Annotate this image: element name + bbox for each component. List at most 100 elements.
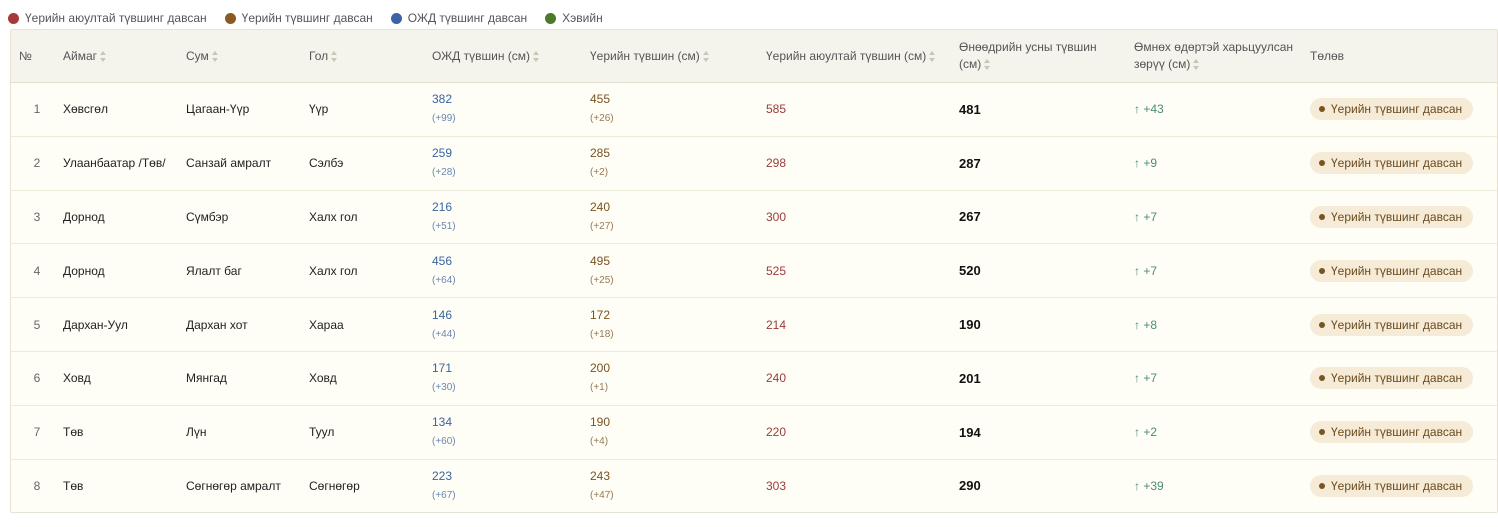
column-header-aimag[interactable]: Аймаг bbox=[63, 30, 186, 83]
table-row: 6 Ховд Мянгад Ховд 171 (+30) 200 (+1) 240 … bbox=[11, 351, 1497, 406]
row-change: ↑ +9 bbox=[1134, 136, 1310, 191]
row-ojd: 382 (+99) bbox=[432, 82, 590, 137]
row-ojd: 223 (+67) bbox=[432, 459, 590, 512]
legend-label: Үерийн аюултай түвшинг давсан bbox=[25, 11, 207, 25]
flood-value: 240 bbox=[590, 199, 611, 214]
flood-diff: (+27) bbox=[590, 220, 614, 232]
legend-label: Хэвийн bbox=[562, 11, 603, 25]
flood-diff: (+1) bbox=[590, 382, 609, 394]
legend-dot-icon bbox=[545, 12, 557, 24]
row-sum: Санзай амралт bbox=[186, 136, 309, 191]
row-flood: 240 (+27) bbox=[590, 190, 766, 245]
column-header-change[interactable]: Өмнөх өдөртэй харьцуулсан зөрүү (см) bbox=[1134, 30, 1310, 83]
column-header-today[interactable]: Өнөөдрийн усны түвшин (см) bbox=[959, 30, 1134, 83]
column-header-flood[interactable]: Үерийн түвшин (см) bbox=[590, 30, 766, 83]
column-header-index: № bbox=[11, 30, 63, 83]
row-today: 520 bbox=[959, 243, 1134, 299]
flood-diff: (+25) bbox=[590, 274, 614, 286]
row-aimag: Дорнод bbox=[63, 243, 186, 299]
row-danger: 240 bbox=[766, 351, 959, 406]
sort-icon[interactable] bbox=[702, 50, 710, 62]
row-change: ↑ +43 bbox=[1134, 82, 1310, 137]
sort-icon[interactable] bbox=[984, 59, 991, 71]
column-header-ojd[interactable]: ОЖД түвшин (см) bbox=[432, 30, 590, 83]
ojd-diff: (+64) bbox=[432, 274, 456, 286]
row-ojd: 146 (+44) bbox=[432, 297, 590, 352]
sort-icon[interactable] bbox=[331, 50, 338, 62]
row-river: Үүр bbox=[309, 82, 432, 137]
flood-value: 455 bbox=[590, 92, 611, 107]
status-dot-icon bbox=[1319, 267, 1325, 274]
status-dot-icon bbox=[1319, 321, 1325, 328]
status-badge: Үерийн түвшинг давсан bbox=[1310, 474, 1474, 497]
status-dot-icon bbox=[1319, 429, 1325, 436]
row-ojd: 134 (+60) bbox=[432, 405, 590, 460]
row-sum: Сүмбэр bbox=[186, 190, 309, 245]
status-dot-icon bbox=[1319, 106, 1325, 113]
legend-item[interactable]: Үерийн түвшинг давсан bbox=[224, 11, 373, 25]
row-aimag: Төв bbox=[63, 459, 186, 512]
sort-icon[interactable] bbox=[211, 50, 219, 62]
ojd-value: 223 bbox=[432, 468, 453, 483]
ojd-value: 456 bbox=[432, 253, 453, 268]
row-status: Үерийн түвшинг давсан bbox=[1310, 136, 1497, 191]
legend-dot-icon bbox=[8, 12, 19, 24]
legend-item[interactable]: Хэвийн bbox=[545, 11, 603, 25]
sort-icon[interactable] bbox=[1193, 59, 1200, 71]
row-today: 267 bbox=[959, 190, 1134, 245]
row-change: ↑ +39 bbox=[1134, 459, 1310, 512]
row-status: Үерийн түвшинг давсан bbox=[1310, 351, 1497, 406]
row-river: Халх гол bbox=[309, 190, 432, 245]
row-status: Үерийн түвшинг давсан bbox=[1310, 243, 1497, 299]
legend-item[interactable]: Үерийн аюултай түвшинг давсан bbox=[8, 11, 207, 25]
table-row: 5 Дархан-Уул Дархан хот Хараа 146 (+44) 1… bbox=[11, 297, 1497, 352]
row-sum: Цагаан-Үүр bbox=[186, 82, 309, 137]
row-status: Үерийн түвшинг давсан bbox=[1310, 459, 1497, 512]
ojd-diff: (+60) bbox=[432, 436, 456, 448]
table-row: 8 Төв Сөгнөгөр амралт Сөгнөгөр 223 (+67) … bbox=[11, 459, 1497, 512]
legend-item[interactable]: ОЖД түвшинг давсан bbox=[390, 11, 527, 25]
row-index: 1 bbox=[11, 82, 63, 137]
flood-diff: (+18) bbox=[590, 328, 614, 340]
column-header-sum[interactable]: Сум bbox=[186, 30, 309, 83]
column-header-river[interactable]: Гол bbox=[309, 30, 432, 83]
sort-icon[interactable] bbox=[533, 50, 540, 62]
row-status: Үерийн түвшинг давсан bbox=[1310, 190, 1497, 245]
status-badge: Үерийн түвшинг давсан bbox=[1310, 313, 1474, 336]
ojd-diff: (+67) bbox=[432, 489, 456, 501]
row-flood: 243 (+47) bbox=[590, 459, 766, 512]
row-sum: Дархан хот bbox=[186, 297, 309, 352]
row-sum: Ялалт баг bbox=[186, 243, 309, 299]
row-change: ↑ +7 bbox=[1134, 243, 1310, 299]
row-ojd: 171 (+30) bbox=[432, 351, 590, 406]
table-row: 7 Төв Лүн Туул 134 (+60) 190 (+4) 220 194 … bbox=[11, 405, 1497, 460]
flood-value: 190 bbox=[590, 415, 611, 430]
row-index: 8 bbox=[11, 459, 63, 512]
row-river: Хараа bbox=[309, 297, 432, 352]
ojd-value: 146 bbox=[432, 307, 453, 322]
column-header-danger[interactable]: Үерийн аюултай түвшин (см) bbox=[766, 30, 959, 83]
row-today: 287 bbox=[959, 136, 1134, 191]
row-ojd: 216 (+51) bbox=[432, 190, 590, 245]
ojd-diff: (+44) bbox=[432, 328, 456, 340]
row-aimag: Дархан-Уул bbox=[63, 297, 186, 352]
row-danger: 525 bbox=[766, 243, 959, 299]
sort-icon[interactable] bbox=[929, 50, 936, 62]
row-today: 194 bbox=[959, 405, 1134, 460]
status-dot-icon bbox=[1319, 213, 1325, 220]
table-row: 2 Улаанбаатар /Төв/ Санзай амралт Сэлбэ … bbox=[11, 136, 1497, 191]
column-header-status: Төлөв bbox=[1310, 30, 1497, 83]
legend-label: Үерийн түвшинг давсан bbox=[241, 11, 373, 25]
status-badge: Үерийн түвшинг давсан bbox=[1310, 205, 1474, 228]
status-badge: Үерийн түвшинг давсан bbox=[1310, 259, 1474, 282]
row-aimag: Дорнод bbox=[63, 190, 186, 245]
row-flood: 200 (+1) bbox=[590, 351, 766, 406]
row-today: 290 bbox=[959, 459, 1134, 512]
row-river: Сэлбэ bbox=[309, 136, 432, 191]
sort-icon[interactable] bbox=[100, 50, 107, 62]
status-dot-icon bbox=[1319, 160, 1325, 167]
flood-value: 200 bbox=[590, 361, 611, 376]
flood-diff: (+2) bbox=[590, 167, 609, 179]
row-danger: 300 bbox=[766, 190, 959, 245]
row-change: ↑ +7 bbox=[1134, 190, 1310, 245]
